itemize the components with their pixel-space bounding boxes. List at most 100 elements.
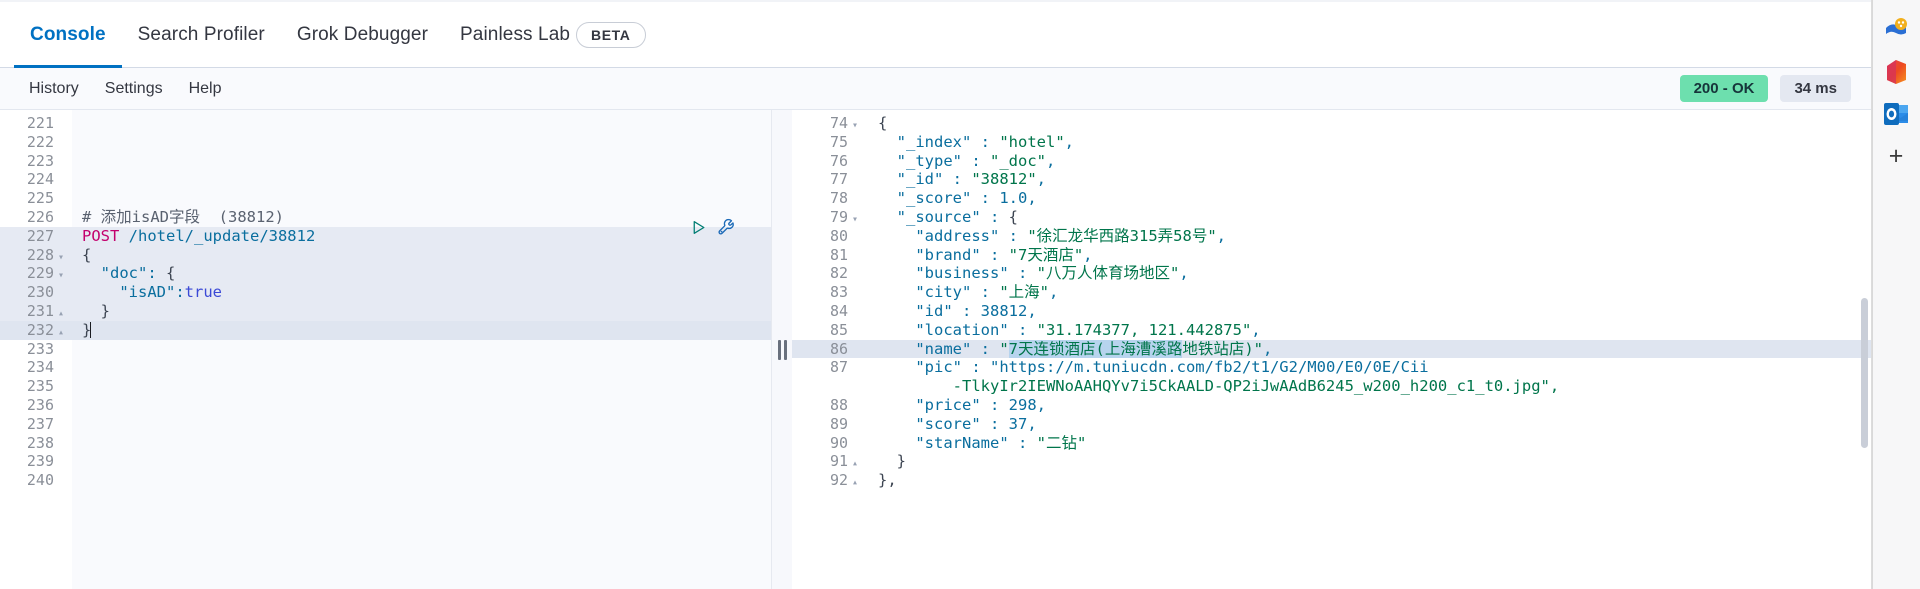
code-line[interactable]: 83 "city" : "上海", (792, 283, 1871, 302)
request-status-group: 200 - OK 34 ms (1679, 75, 1871, 102)
code-text: "name" : "7天连锁酒店(上海漕溪路地铁站店)", (915, 339, 1273, 358)
line-number: 227 (26, 226, 54, 245)
code-line[interactable]: 238 (0, 434, 771, 453)
code-line[interactable]: 74 ▾ { (792, 114, 1871, 133)
response-code[interactable]: 74 ▾{75 "_index" : "hotel", 76 "_type" : "… (792, 110, 1871, 490)
code-line[interactable]: 92 ▴}, (792, 471, 1871, 490)
sidebar-divider (1872, 0, 1873, 589)
code-line[interactable]: 229 ▾ "doc": { (0, 264, 771, 284)
code-line[interactable]: 221 (0, 114, 771, 133)
line-number: 223 (26, 151, 54, 170)
add-app-label: + (1888, 141, 1904, 170)
duration-badge: 34 ms (1780, 75, 1851, 102)
line-number: 88 (829, 395, 848, 414)
line-number: 80 (829, 226, 848, 245)
code-line[interactable]: 87 "pic" : "https://m.tuniucdn.com/fb2/t… (792, 358, 1871, 377)
tab-search-profiler[interactable]: Search Profiler (122, 2, 281, 68)
code-line[interactable]: 224 (0, 170, 771, 189)
line-number: 238 (26, 433, 54, 452)
line-number: 222 (26, 132, 54, 151)
code-line[interactable]: 223 (0, 152, 771, 171)
wrench-icon[interactable] (717, 218, 735, 236)
code-line[interactable]: 89 "score" : 37, (792, 415, 1871, 434)
code-line[interactable]: 85 "location" : "31.174377, 121.442875", (792, 321, 1871, 340)
code-line[interactable]: 239 (0, 452, 771, 471)
code-line[interactable]: 76 "_type" : "_doc", (792, 152, 1871, 171)
code-text: "_score" : 1.0, (896, 189, 1037, 208)
fold-toggle[interactable]: ▴ (848, 474, 862, 493)
code-line[interactable]: -TlkyIr2IEWNoAAHQYv7i5CkAALD-QP2iJwAAdB6… (792, 377, 1871, 396)
code-line[interactable]: 222 (0, 133, 771, 152)
add-app-icon[interactable]: + (1880, 140, 1912, 172)
pane-resize-handle[interactable] (772, 110, 792, 589)
code-text: "city" : "上海", (915, 283, 1059, 302)
screen-root: Console Search Profiler Grok Debugger Pa… (0, 0, 1920, 589)
history-button[interactable]: History (16, 80, 92, 98)
request-code[interactable]: 221 222 223 224 225 226 # 添加isAD字段 (38812) 227 P… (0, 110, 771, 490)
code-line[interactable]: 82 "business" : "八万人体育场地区", (792, 264, 1871, 283)
line-number: 237 (26, 414, 54, 433)
line-number: 81 (829, 245, 848, 264)
line-number: 74 ▾ (792, 114, 868, 133)
code-line[interactable]: 90 "starName" : "二钻" (792, 434, 1871, 453)
code-line[interactable]: 88 "price" : 298, (792, 396, 1871, 415)
beta-badge: BETA (576, 21, 646, 48)
code-line[interactable]: 77 "_id" : "38812", (792, 170, 1871, 189)
code-line[interactable]: 80 "address" : "徐汇龙华西路315弄58号", (792, 227, 1871, 246)
code-line[interactable]: 237 (0, 415, 771, 434)
line-number: 232 ▴ (0, 321, 72, 340)
office-icon[interactable] (1880, 56, 1912, 88)
copilot-icon[interactable] (1880, 14, 1912, 46)
code-line[interactable]: 226 # 添加isAD字段 (38812) (0, 208, 771, 227)
code-line[interactable]: 91 ▴ } (792, 452, 1871, 471)
code-line[interactable]: 75 "_index" : "hotel", (792, 133, 1871, 152)
tab-grok-debugger[interactable]: Grok Debugger (281, 2, 444, 68)
line-number: 92 ▴ (792, 471, 868, 490)
settings-button[interactable]: Settings (92, 80, 176, 98)
code-line[interactable]: 231 ▴ } (0, 301, 771, 321)
code-line[interactable]: 78 "_score" : 1.0, (792, 189, 1871, 208)
tab-console[interactable]: Console (14, 2, 122, 68)
code-line[interactable]: 79 ▾ "_source" : { (792, 208, 1871, 227)
code-line[interactable]: 86 "name" : "7天连锁酒店(上海漕溪路地铁站店)", (792, 339, 1871, 359)
line-number: 78 (829, 189, 848, 208)
code-line[interactable]: 81 "brand" : "7天酒店", (792, 246, 1871, 265)
response-viewer[interactable]: 74 ▾{75 "_index" : "hotel", 76 "_type" : "… (792, 110, 1871, 589)
code-line[interactable]: 233 (0, 340, 771, 359)
code-line[interactable]: 225 (0, 189, 771, 208)
code-text: "location" : "31.174377, 121.442875", (915, 320, 1261, 339)
line-number: 226 (26, 207, 54, 226)
line-number (792, 377, 868, 396)
code-line[interactable]: 234 (0, 358, 771, 377)
line-number: 85 (829, 320, 848, 339)
play-icon[interactable] (690, 219, 707, 236)
code-line[interactable]: 227 POST /hotel/_update/38812 (0, 226, 771, 246)
console-toolbar: History Settings Help 200 - OK 34 ms (0, 68, 1871, 110)
code-line[interactable]: 228 ▾ { (0, 245, 771, 265)
code-text: } (896, 452, 907, 471)
code-line[interactable]: 235 (0, 377, 771, 396)
line-number: 86 (829, 339, 848, 358)
line-number: 233 (26, 339, 54, 358)
code-line[interactable]: 230 "isAD":true (0, 283, 771, 302)
code-line[interactable]: 240 (0, 471, 771, 490)
code-line[interactable]: 236 (0, 396, 771, 415)
dev-tools-tabs: Console Search Profiler Grok Debugger Pa… (0, 2, 1871, 68)
request-editor[interactable]: 221 222 223 224 225 226 # 添加isAD字段 (38812) 227 P… (0, 110, 772, 589)
request-actions (690, 218, 735, 236)
response-scrollbar[interactable] (1861, 298, 1868, 448)
outlook-icon[interactable] (1880, 98, 1912, 130)
code-line[interactable]: 232 ▴} (0, 320, 771, 340)
code-line[interactable]: 84 "id" : 38812, (792, 302, 1871, 321)
line-number: 234 (26, 358, 54, 377)
line-number: 82 (829, 264, 848, 283)
tab-painless-lab[interactable]: Painless Lab BETA (444, 2, 661, 68)
help-button[interactable]: Help (176, 80, 235, 98)
line-number: 231 ▴ (0, 302, 72, 321)
line-number: 235 (26, 377, 54, 396)
code-text: "pic" : "https://m.tuniucdn.com/fb2/t1/G… (915, 358, 1429, 377)
